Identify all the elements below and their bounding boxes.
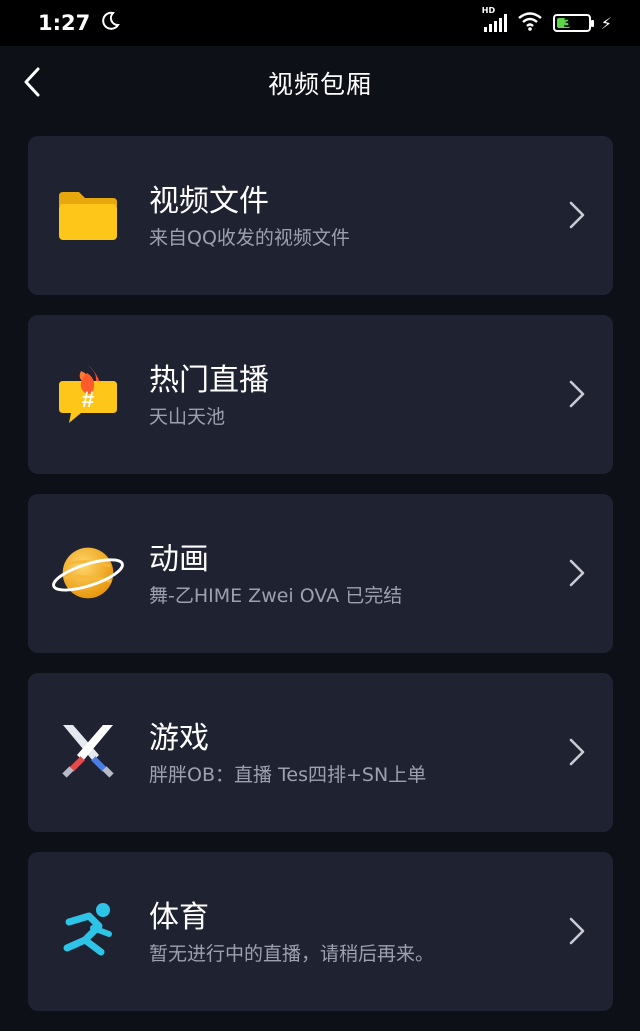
chevron-right-icon [569, 380, 585, 408]
item-title: 体育 [149, 900, 209, 935]
card-text: 游戏 胖胖OB：直播 Tes四排+SN上单 [149, 721, 426, 787]
status-time: 1:27 [38, 11, 91, 35]
wifi-icon [517, 11, 543, 35]
battery-icon: 33 [552, 14, 594, 32]
item-subtitle: 天山天池 [149, 406, 226, 428]
svg-text:#: # [82, 387, 94, 412]
item-subtitle: 舞-乙HIME Zwei OVA 已完结 [149, 585, 403, 607]
crossed-swords-icon [50, 719, 126, 785]
chevron-left-icon [24, 67, 40, 97]
folder-icon [50, 182, 126, 248]
moon-icon [100, 11, 121, 35]
item-title: 热门直播 [149, 363, 269, 398]
nav-bar: 视频包厢 [0, 46, 640, 120]
cellular-signal-icon: HD [482, 6, 507, 32]
chevron-right-icon [569, 559, 585, 587]
list-item-video-files[interactable]: 视频文件 来自QQ收发的视频文件 [28, 136, 613, 295]
list-item-hot-live[interactable]: # 热门直播 天山天池 [28, 315, 613, 474]
planet-icon [50, 540, 126, 606]
item-subtitle: 暂无进行中的直播，请稍后再来。 [149, 943, 435, 965]
runner-icon [50, 898, 126, 964]
category-list: 视频文件 来自QQ收发的视频文件 # 热门直播 天山天池 动画 舞-乙HIME … [28, 136, 613, 1031]
charging-bolt-icon: ⚡ [600, 13, 612, 33]
page-title: 视频包厢 [267, 70, 372, 99]
item-subtitle: 来自QQ收发的视频文件 [149, 227, 350, 249]
chevron-right-icon [569, 201, 585, 229]
status-left: 1:27 [38, 11, 121, 35]
battery-level: 33 [563, 16, 581, 30]
status-right: HD 33 ⚡ [482, 6, 612, 35]
list-item-sports[interactable]: 体育 暂无进行中的直播，请稍后再来。 [28, 852, 613, 1011]
list-item-games[interactable]: 游戏 胖胖OB：直播 Tes四排+SN上单 [28, 673, 613, 832]
item-title: 视频文件 [149, 184, 269, 219]
network-label: HD [481, 6, 496, 15]
card-text: 热门直播 天山天池 [149, 363, 269, 429]
chevron-right-icon [569, 917, 585, 945]
card-text: 体育 暂无进行中的直播，请稍后再来。 [149, 900, 434, 966]
item-title: 动画 [149, 542, 209, 577]
card-text: 动画 舞-乙HIME Zwei OVA 已完结 [149, 542, 402, 608]
card-text: 视频文件 来自QQ收发的视频文件 [149, 184, 350, 250]
status-bar: 1:27 HD 33 ⚡ [0, 0, 640, 46]
item-subtitle: 胖胖OB：直播 Tes四排+SN上单 [149, 764, 427, 786]
item-title: 游戏 [149, 721, 209, 756]
back-button[interactable] [10, 60, 54, 104]
hot-live-icon: # [50, 361, 126, 427]
chevron-right-icon [569, 738, 585, 766]
list-item-animation[interactable]: 动画 舞-乙HIME Zwei OVA 已完结 [28, 494, 613, 653]
